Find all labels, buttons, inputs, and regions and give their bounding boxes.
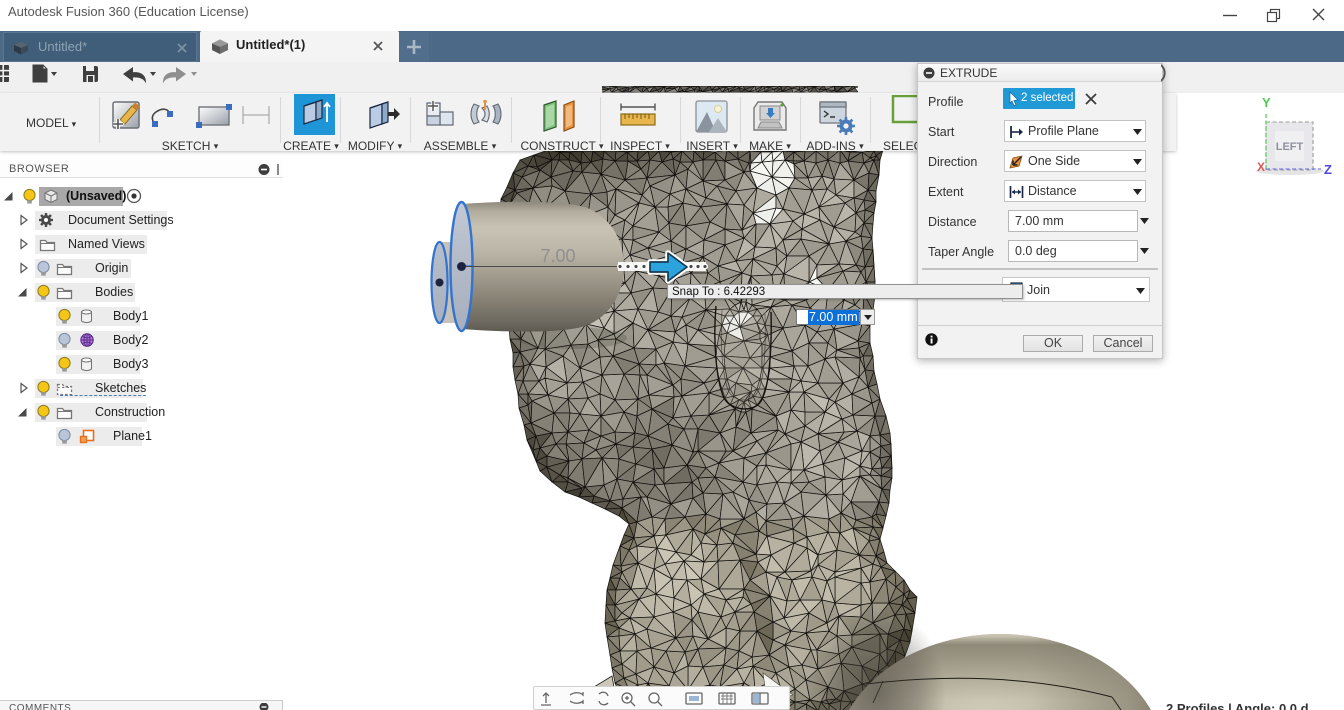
svg-text:Y: Y bbox=[1262, 95, 1271, 110]
svg-text:X: X bbox=[1257, 160, 1265, 174]
svg-text:Z: Z bbox=[1324, 162, 1332, 177]
svg-text:LEFT: LEFT bbox=[1276, 141, 1304, 153]
